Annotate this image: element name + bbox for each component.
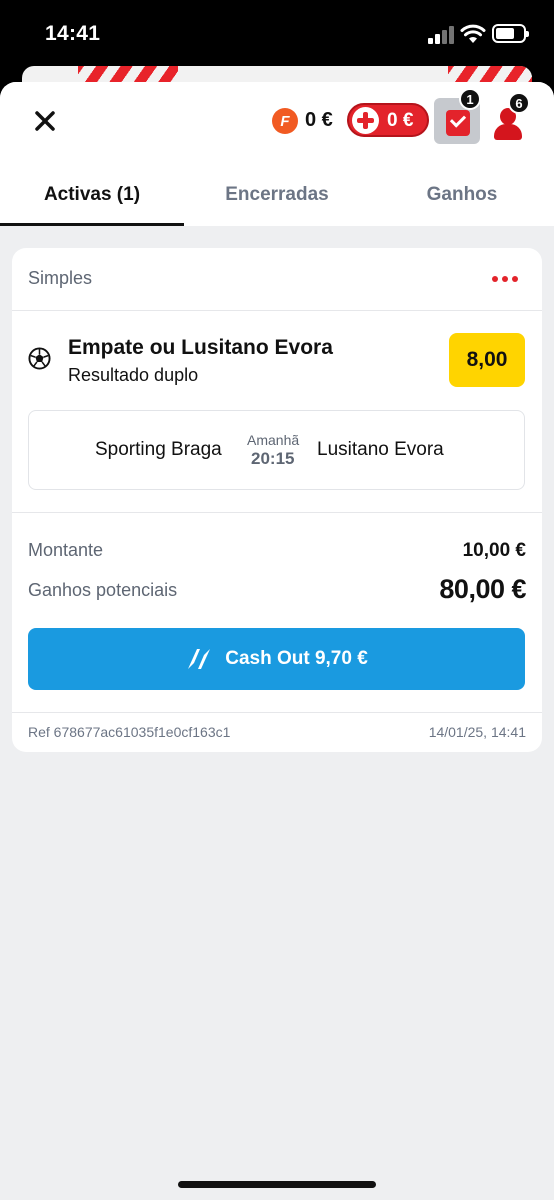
- divider: [12, 310, 542, 311]
- notification-count-badge: 6: [508, 92, 530, 114]
- market-name: Resultado duplo: [68, 365, 199, 385]
- close-button[interactable]: [30, 106, 60, 136]
- coin-icon: F: [272, 108, 298, 134]
- tab-activas[interactable]: Activas (1): [0, 174, 184, 226]
- sheet-header: F 0 € 0 € 1 6 Activas (1) Encerradas Gan…: [0, 82, 554, 226]
- bet-datetime: 14/01/25, 14:41: [428, 724, 526, 740]
- tab-encerradas[interactable]: Encerradas: [184, 174, 370, 226]
- home-indicator[interactable]: [178, 1181, 376, 1188]
- tab-ganhos[interactable]: Ganhos: [370, 174, 554, 226]
- my-bets-sheet: F 0 € 0 € 1 6 Activas (1) Encerradas Gan…: [0, 82, 554, 1200]
- cash-out-label: Cash Out 9,70 €: [225, 648, 368, 669]
- coin-balance: 0 €: [305, 109, 333, 131]
- cellular-signal-icon: [428, 26, 456, 44]
- more-options-button[interactable]: [490, 270, 520, 286]
- football-icon: [28, 347, 51, 370]
- selection-name: Empate ou Lusitano Evora: [68, 336, 333, 359]
- home-team: Sporting Braga: [95, 439, 222, 460]
- wifi-icon: [460, 24, 486, 43]
- away-team: Lusitano Evora: [317, 439, 444, 460]
- odds-badge: 8,00: [449, 333, 525, 387]
- bet-card: Simples Empate ou Lusitano Evora Resulta…: [12, 248, 542, 752]
- betslip-count-badge: 1: [459, 88, 481, 110]
- my-bets-button[interactable]: 1: [434, 88, 481, 144]
- bet-type: Simples: [28, 268, 93, 288]
- bets-tabs: Activas (1) Encerradas Ganhos: [0, 174, 554, 226]
- cash-out-button[interactable]: Cash Out 9,70 €: [28, 628, 525, 690]
- divider: [12, 712, 542, 713]
- potential-winnings-label: Ganhos potenciais: [28, 580, 178, 600]
- bet-reference: Ref 678677ac61035f1e0cf163c1: [28, 724, 231, 740]
- close-icon: [35, 111, 55, 131]
- bonus-balance-button[interactable]: 0 €: [347, 103, 429, 137]
- event-card[interactable]: Sporting Braga Amanhã 20:15 Lusitano Evo…: [28, 410, 525, 490]
- potential-winnings-value: 80,00 €: [439, 574, 526, 604]
- stake-label: Montante: [28, 540, 104, 560]
- status-time: 14:41: [45, 22, 101, 45]
- divider: [12, 512, 542, 513]
- cash-out-icon: [188, 649, 211, 669]
- battery-icon: [492, 24, 529, 43]
- plus-icon: [352, 107, 379, 134]
- bonus-balance: 0 €: [387, 110, 414, 131]
- betslip-check-icon: [446, 110, 470, 136]
- event-time: 20:15: [251, 449, 295, 468]
- status-bar: 14:41: [0, 0, 554, 70]
- event-day: Amanhã: [247, 432, 300, 448]
- stake-value: 10,00 €: [462, 540, 526, 561]
- profile-button[interactable]: 6: [492, 92, 530, 144]
